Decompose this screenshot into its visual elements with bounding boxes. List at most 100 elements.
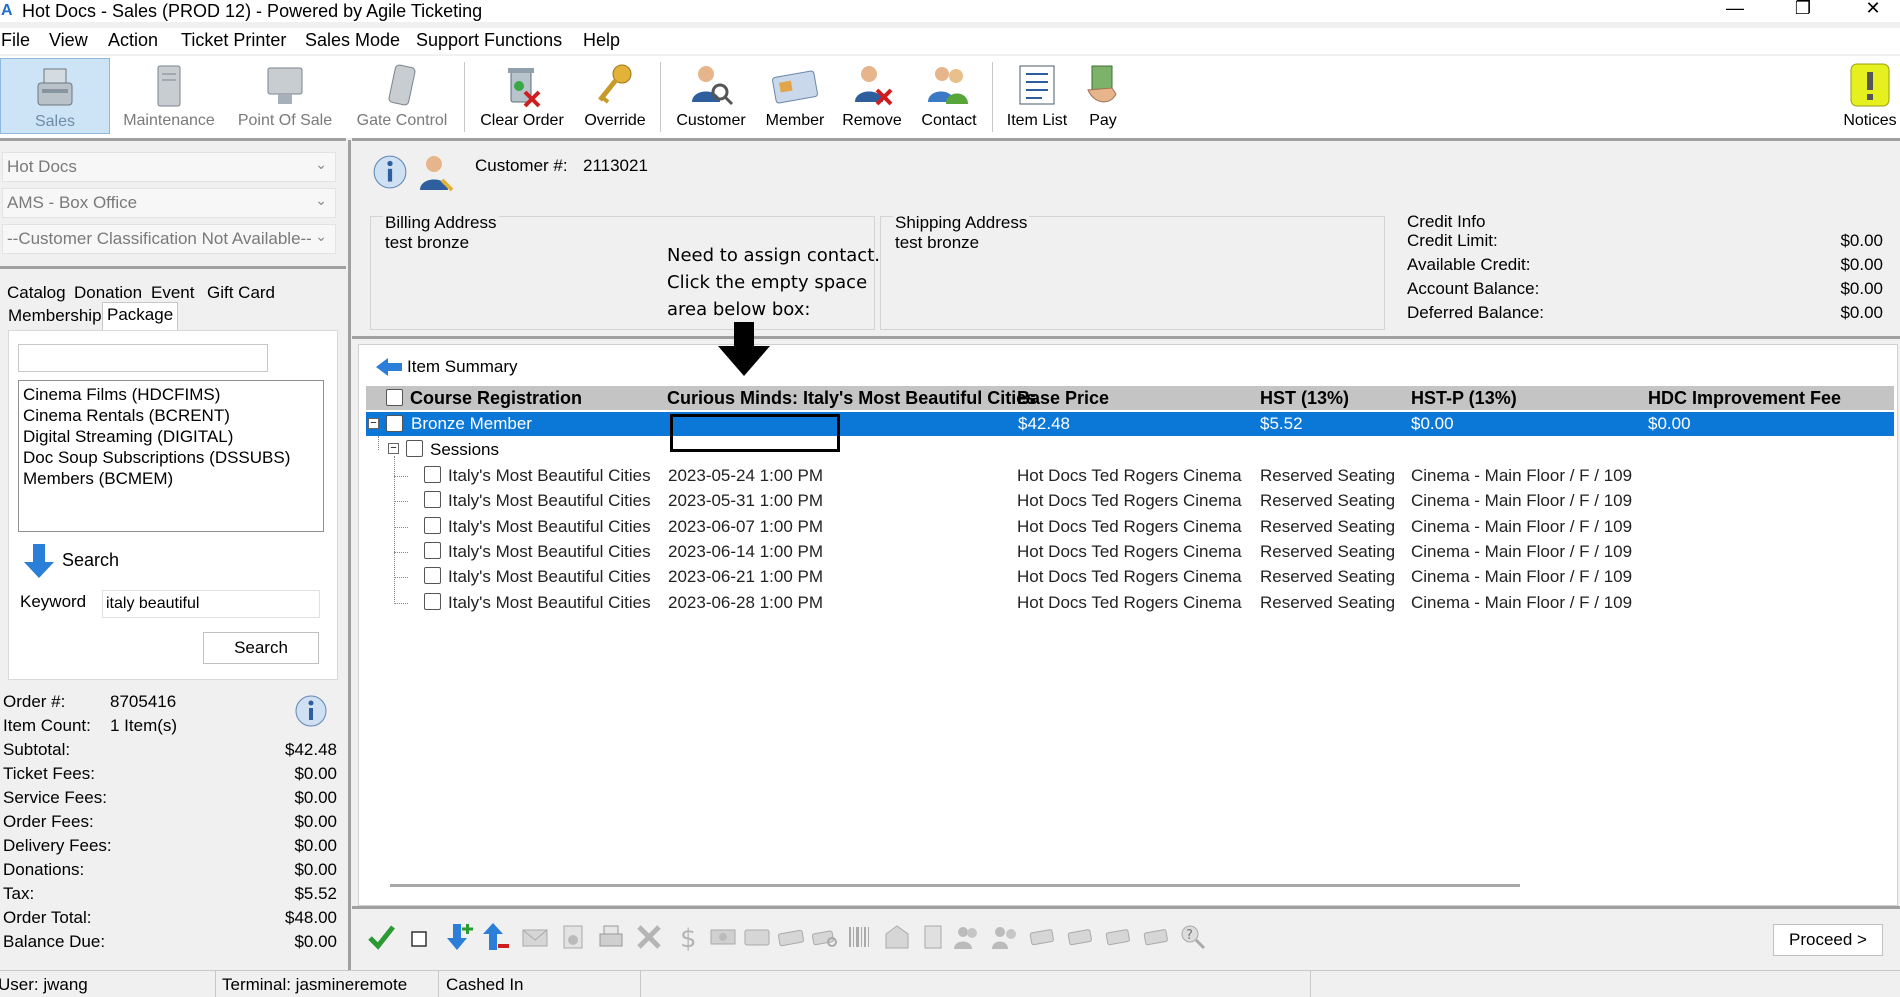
row-checkbox[interactable]: [424, 517, 441, 534]
row-checkbox[interactable]: [424, 542, 441, 559]
order-number-row: Order #: 8705416: [3, 692, 177, 711]
dollar-icon[interactable]: $: [672, 922, 702, 952]
gate-control-button[interactable]: Gate Control: [346, 58, 458, 134]
column-header[interactable]: Curious Minds: Italy's Most Beautiful Ci…: [667, 388, 1036, 409]
menu-ticket-printer[interactable]: Ticket Printer: [181, 30, 286, 51]
member-button[interactable]: Member: [758, 58, 832, 134]
package-list[interactable]: Cinema Films (HDCFIMS) Cinema Rentals (B…: [18, 380, 324, 532]
point-of-sale-button[interactable]: Point Of Sale: [230, 58, 340, 134]
row-checkbox[interactable]: [424, 567, 441, 584]
override-button[interactable]: Override: [576, 58, 654, 134]
minimize-icon[interactable]: —: [1715, 0, 1755, 19]
toolbar-separator: [660, 62, 661, 132]
table-row[interactable]: Italy's Most Beautiful Cities 2023-06-14…: [366, 540, 1894, 564]
column-header[interactable]: Course Registration: [410, 388, 582, 409]
maximize-icon[interactable]: ❐: [1783, 0, 1823, 19]
help-search-icon[interactable]: ?: [1178, 922, 1208, 952]
contact-button[interactable]: Contact: [912, 58, 986, 134]
tab-donation[interactable]: Donation: [74, 283, 142, 303]
customer-edit-icon[interactable]: [418, 152, 454, 192]
cancel-icon[interactable]: [634, 922, 664, 952]
table-row[interactable]: Italy's Most Beautiful Cities 2023-06-21…: [366, 565, 1894, 589]
package-filter-input[interactable]: [18, 344, 268, 372]
row-checkbox[interactable]: [424, 491, 441, 508]
column-header[interactable]: HST (13%): [1260, 388, 1349, 409]
back-arrow-icon[interactable]: [374, 356, 404, 378]
info-icon[interactable]: [372, 154, 408, 190]
card-icon[interactable]: [742, 922, 772, 952]
barcode-icon[interactable]: [844, 922, 874, 952]
menu-help[interactable]: Help: [583, 30, 620, 51]
menu-support-functions[interactable]: Support Functions: [416, 30, 562, 51]
table-row-selected[interactable]: − Bronze Member $42.48 $5.52 $0.00 $0.00: [366, 412, 1894, 436]
row-checkbox[interactable]: [424, 593, 441, 610]
tab-package[interactable]: Package: [102, 302, 179, 330]
contact-highlight-box[interactable]: [670, 414, 840, 452]
table-row[interactable]: Italy's Most Beautiful Cities 2023-06-28…: [366, 591, 1894, 615]
list-item[interactable]: Digital Streaming (DIGITAL): [23, 426, 319, 447]
row-checkbox[interactable]: [424, 466, 441, 483]
users-icon[interactable]: [952, 922, 982, 952]
ticket-return-icon[interactable]: [1066, 922, 1096, 952]
horizontal-scrollbar[interactable]: [390, 884, 1520, 887]
ticket-search-icon[interactable]: [810, 922, 840, 952]
customer-button[interactable]: Customer: [668, 58, 754, 134]
table-row[interactable]: Italy's Most Beautiful Cities 2023-06-07…: [366, 515, 1894, 539]
cash-stack-icon[interactable]: [708, 922, 738, 952]
list-item[interactable]: Cinema Films (HDCFIMS): [23, 384, 319, 405]
search-button[interactable]: Search: [203, 632, 319, 664]
classification-select[interactable]: --Customer Classification Not Available-…: [2, 224, 336, 254]
tab-gift-card[interactable]: Gift Card: [207, 283, 275, 303]
ticket-print-icon[interactable]: [1104, 922, 1134, 952]
session-name: Italy's Most Beautiful Cities: [448, 466, 651, 485]
close-icon[interactable]: ✕: [1853, 0, 1893, 19]
menu-view[interactable]: View: [49, 30, 88, 51]
row-checkbox[interactable]: [386, 415, 403, 432]
collapse-icon[interactable]: −: [388, 443, 399, 454]
column-header[interactable]: HST-P (13%): [1411, 388, 1517, 409]
column-header[interactable]: Base Price: [1017, 388, 1109, 409]
collapse-icon[interactable]: −: [368, 418, 379, 429]
menu-action[interactable]: Action: [108, 30, 158, 51]
tab-event[interactable]: Event: [151, 283, 194, 303]
tab-membership[interactable]: Membership: [8, 306, 102, 326]
table-row[interactable]: Italy's Most Beautiful Cities 2023-05-31…: [366, 489, 1894, 513]
ticket-icon[interactable]: [776, 922, 806, 952]
ticket-exchange-icon[interactable]: [1028, 922, 1058, 952]
remove-up-icon[interactable]: [480, 922, 510, 952]
organization-select[interactable]: Hot Docs ⌄: [2, 152, 336, 182]
clear-order-button[interactable]: Clear Order: [472, 58, 572, 134]
proceed-button[interactable]: Proceed >: [1773, 924, 1883, 956]
pay-button[interactable]: Pay: [1080, 58, 1126, 134]
column-header[interactable]: HDC Improvement Fee: [1648, 388, 1841, 409]
hst-amount: $5.52: [1260, 414, 1303, 433]
tree-line: [394, 552, 408, 553]
item-list-button[interactable]: Item List: [998, 58, 1076, 134]
table-row[interactable]: Italy's Most Beautiful Cities 2023-05-24…: [366, 464, 1894, 488]
keyword-input[interactable]: [102, 590, 320, 618]
list-item[interactable]: Cinema Rentals (BCRENT): [23, 405, 319, 426]
document-info-icon[interactable]: [558, 922, 588, 952]
session-location: Cinema - Main Floor / F / 109: [1411, 567, 1633, 586]
maintenance-button[interactable]: Maintenance: [116, 58, 222, 134]
ticket-void-icon[interactable]: [1142, 922, 1172, 952]
sessions-checkbox[interactable]: [406, 440, 423, 457]
header-checkbox[interactable]: [386, 389, 403, 406]
scroll-icon[interactable]: [918, 922, 948, 952]
list-item[interactable]: Members (BCMEM): [23, 468, 319, 489]
venue-select[interactable]: AMS - Box Office ⌄: [2, 188, 336, 218]
add-down-icon[interactable]: [444, 922, 474, 952]
check-icon[interactable]: [366, 922, 396, 952]
list-item[interactable]: Doc Soup Subscriptions (DSSUBS): [23, 447, 319, 468]
sales-button[interactable]: Sales: [0, 58, 110, 134]
users-exchange-icon[interactable]: [990, 922, 1020, 952]
menu-sales-mode[interactable]: Sales Mode: [305, 30, 400, 51]
tab-catalog[interactable]: Catalog: [7, 283, 66, 303]
checkbox-icon[interactable]: [404, 922, 434, 952]
envelope-icon[interactable]: [520, 922, 550, 952]
mail-open-icon[interactable]: [882, 922, 912, 952]
printer-icon[interactable]: [596, 922, 626, 952]
menu-file[interactable]: File: [1, 30, 30, 51]
notices-button[interactable]: Notices: [1840, 58, 1900, 134]
remove-button[interactable]: Remove: [836, 58, 908, 134]
